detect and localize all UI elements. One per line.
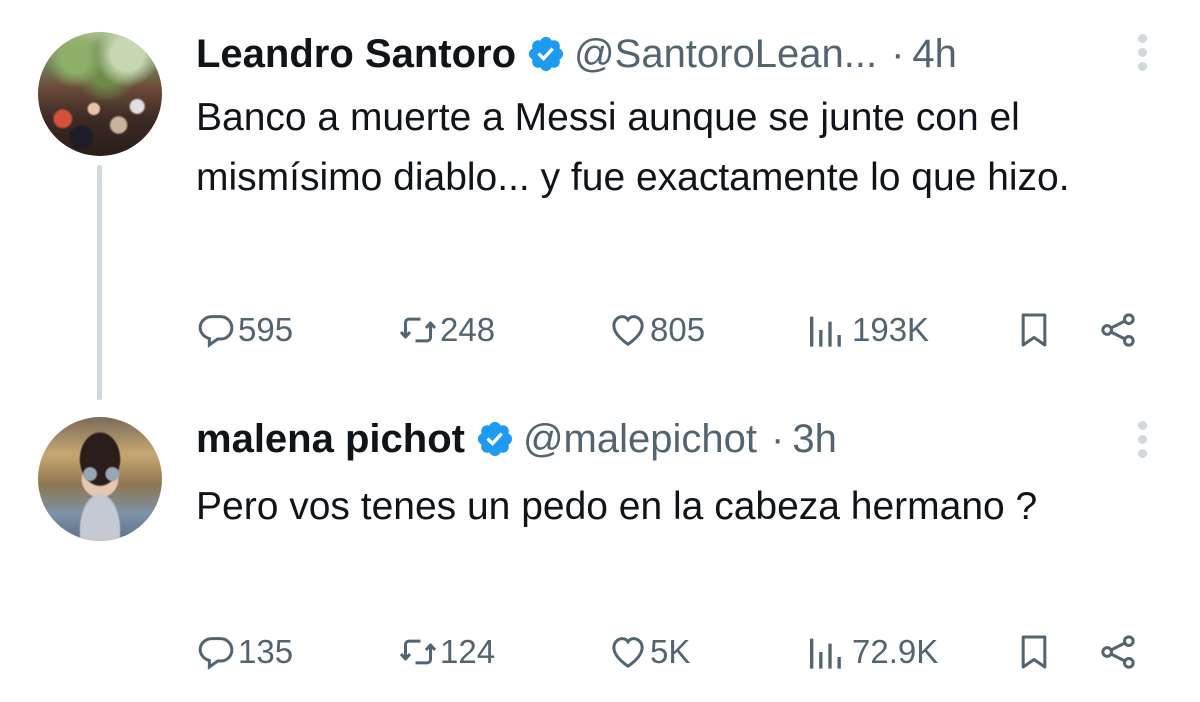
repost-icon xyxy=(399,639,437,665)
tweet-actions: 595 248 805 193K xyxy=(196,305,1146,355)
tweet-header: Leandro Santoro @SantoroLean... · 4h xyxy=(196,28,957,80)
tweet-header: malena pichot @malepichot · 3h xyxy=(196,413,837,465)
verified-badge-icon xyxy=(528,36,564,72)
repost-count: 124 xyxy=(440,633,496,670)
separator-dot: · xyxy=(891,32,905,76)
like-button[interactable]: 5K xyxy=(608,627,690,677)
tweet-text: Banco a muerte a Messi aunque se junte c… xyxy=(196,96,1070,199)
repost-count: 248 xyxy=(440,311,496,348)
timestamp[interactable]: 4h xyxy=(912,28,957,80)
more-icon[interactable] xyxy=(1134,421,1150,467)
user-handle[interactable]: @malepichot xyxy=(523,413,757,465)
display-name[interactable]: malena pichot xyxy=(196,413,465,465)
tweet-actions: 135 124 5K 72.9K xyxy=(196,627,1146,677)
heart-icon xyxy=(612,315,644,346)
avatar-leandro-santoro[interactable] xyxy=(38,32,162,156)
reply-icon xyxy=(198,637,234,670)
thread-connector-line xyxy=(97,165,102,400)
heart-icon xyxy=(612,637,644,668)
like-count: 805 xyxy=(650,311,706,348)
reply-count: 595 xyxy=(238,311,294,348)
display-name[interactable]: Leandro Santoro xyxy=(196,28,516,80)
views-count: 72.9K xyxy=(852,633,939,670)
views-icon xyxy=(810,638,841,669)
like-count: 5K xyxy=(650,633,691,670)
repost-icon xyxy=(399,317,437,343)
views-count: 193K xyxy=(852,311,930,348)
bookmark-button[interactable] xyxy=(1014,627,1056,677)
views-icon xyxy=(810,316,841,347)
share-icon xyxy=(1101,313,1135,347)
avatar-malena-pichot[interactable] xyxy=(38,417,162,541)
user-handle[interactable]: @SantoroLean... xyxy=(574,28,877,80)
reply-button[interactable]: 135 xyxy=(196,627,293,677)
tweet-text: Pero vos tenes un pedo en la cabeza herm… xyxy=(196,485,1038,528)
share-button[interactable] xyxy=(1098,305,1140,355)
views-button[interactable]: 193K xyxy=(808,305,929,355)
tweet-malena-pichot[interactable]: malena pichot @malepichot · 3h Pero vos … xyxy=(0,395,1200,702)
share-icon xyxy=(1101,635,1135,669)
reply-icon xyxy=(198,315,234,348)
views-button[interactable]: 72.9K xyxy=(808,627,938,677)
like-button[interactable]: 805 xyxy=(608,305,705,355)
reply-button[interactable]: 595 xyxy=(196,305,293,355)
bookmark-icon xyxy=(1021,313,1047,347)
more-icon[interactable] xyxy=(1134,34,1150,80)
repost-button[interactable]: 248 xyxy=(398,305,495,355)
verified-badge-icon xyxy=(477,421,513,457)
bookmark-icon xyxy=(1021,635,1047,669)
repost-button[interactable]: 124 xyxy=(398,627,495,677)
tweet-leandro-santoro[interactable]: Leandro Santoro @SantoroLean... · 4h Ban… xyxy=(0,0,1200,400)
reply-count: 135 xyxy=(238,633,294,670)
timestamp[interactable]: 3h xyxy=(792,413,837,465)
separator-dot: · xyxy=(771,417,785,461)
share-button[interactable] xyxy=(1098,627,1140,677)
bookmark-button[interactable] xyxy=(1014,305,1056,355)
